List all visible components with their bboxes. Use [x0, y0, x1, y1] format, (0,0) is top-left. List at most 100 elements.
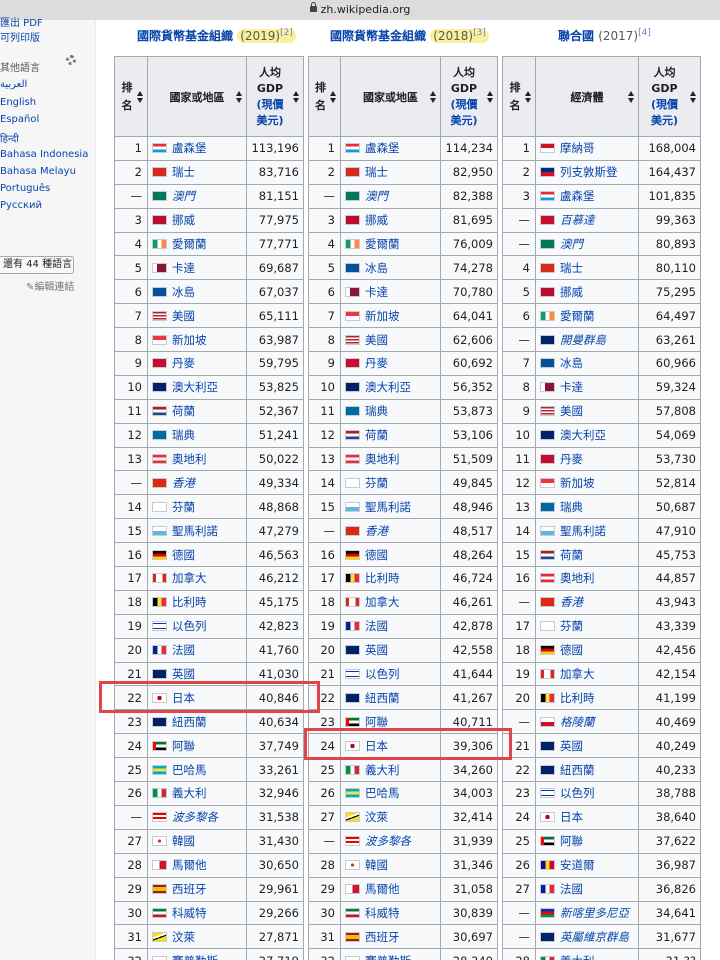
sidebar-lang-hi[interactable]: हिन्दी: [0, 131, 19, 145]
country-link[interactable]: 德國: [365, 548, 388, 562]
country-link[interactable]: 法國: [172, 643, 195, 657]
country-link[interactable]: 西班牙: [172, 882, 207, 896]
flag-icon[interactable]: [152, 549, 167, 560]
country-link[interactable]: 汶萊: [365, 810, 388, 824]
flag-icon[interactable]: [540, 477, 555, 488]
flag-icon[interactable]: [540, 549, 555, 560]
country-link[interactable]: 新加坡: [560, 476, 595, 490]
country-link[interactable]: 卡達: [172, 261, 195, 275]
sort-icon[interactable]: [628, 91, 635, 103]
header-link[interactable]: 美元): [256, 114, 283, 127]
country-link[interactable]: 挪威: [365, 213, 388, 227]
header-link[interactable]: (現價: [651, 98, 678, 111]
country-link[interactable]: 英國: [172, 667, 195, 681]
flag-icon[interactable]: [152, 597, 167, 608]
country-link[interactable]: 阿聯: [365, 715, 388, 729]
flag-icon[interactable]: [152, 191, 167, 202]
flag-icon[interactable]: [152, 334, 167, 345]
sort-icon[interactable]: [690, 91, 697, 103]
flag-icon[interactable]: [152, 716, 167, 727]
flag-icon[interactable]: [540, 645, 555, 656]
country-link[interactable]: 百慕達: [560, 213, 595, 227]
flag-icon[interactable]: [152, 860, 167, 871]
flag-icon[interactable]: [540, 143, 555, 154]
flag-icon[interactable]: [152, 382, 167, 393]
country-link[interactable]: 科威特: [365, 906, 400, 920]
country-link[interactable]: 以色列: [365, 667, 400, 681]
country-link[interactable]: 丹麥: [172, 356, 195, 370]
flag-icon[interactable]: [152, 143, 167, 154]
country-link[interactable]: 聖馬利諾: [365, 500, 411, 514]
country-link[interactable]: 波多黎各: [365, 834, 411, 848]
country-link[interactable]: 香港: [560, 595, 583, 609]
country-link[interactable]: 香港: [172, 476, 195, 490]
country-link[interactable]: 新喀里多尼亞: [560, 906, 629, 920]
country-link[interactable]: 馬爾他: [172, 858, 207, 872]
flag-icon[interactable]: [345, 621, 360, 632]
flag-icon[interactable]: [345, 143, 360, 154]
flag-icon[interactable]: [345, 167, 360, 178]
flag-icon[interactable]: [540, 764, 555, 775]
country-link[interactable]: 奧地利: [560, 571, 595, 585]
flag-icon[interactable]: [540, 239, 555, 249]
flag-icon[interactable]: [540, 812, 555, 823]
country-link[interactable]: 義大利: [365, 763, 400, 777]
column-header-gdp[interactable]: 人均 GDP (現價 美元): [246, 56, 304, 137]
country-link[interactable]: 美國: [172, 309, 195, 323]
country-link[interactable]: 盧森堡: [365, 141, 400, 155]
country-link[interactable]: 瑞典: [365, 404, 388, 418]
flag-icon[interactable]: [152, 884, 167, 895]
country-link[interactable]: 巴哈馬: [365, 786, 400, 800]
country-link[interactable]: 韓國: [365, 858, 388, 872]
address-bar[interactable]: zh.wikipedia.org: [0, 0, 720, 20]
country-link[interactable]: 荷蘭: [172, 404, 195, 418]
sort-icon[interactable]: [430, 91, 437, 103]
flag-icon[interactable]: [152, 740, 167, 751]
flag-icon[interactable]: [540, 788, 555, 799]
flag-icon[interactable]: [540, 382, 555, 393]
country-link[interactable]: 德國: [172, 548, 195, 562]
country-link[interactable]: 阿聯: [560, 834, 583, 848]
flag-icon[interactable]: [345, 884, 360, 895]
country-link[interactable]: 澳門: [560, 237, 583, 251]
country-link[interactable]: 澳門: [172, 189, 195, 203]
country-link[interactable]: 比利時: [365, 571, 400, 585]
flag-icon[interactable]: [345, 716, 360, 727]
column-header-rank[interactable]: 排名: [114, 56, 148, 137]
country-link[interactable]: 盧森堡: [172, 141, 207, 155]
country-link[interactable]: 瑞典: [560, 500, 583, 514]
sort-icon[interactable]: [525, 91, 532, 103]
country-link[interactable]: 加拿大: [365, 595, 400, 609]
country-link[interactable]: 芬蘭: [365, 476, 388, 490]
flag-icon[interactable]: [152, 430, 167, 441]
flag-icon[interactable]: [540, 573, 555, 584]
sidebar-link-pdf[interactable]: 匯出 PDF: [0, 14, 43, 29]
flag-icon[interactable]: [540, 525, 555, 536]
flag-icon[interactable]: [152, 525, 167, 536]
heading-source[interactable]: 國際貨幣基金組織: [330, 29, 426, 43]
country-link[interactable]: 美國: [560, 404, 583, 418]
country-link[interactable]: 冰島: [365, 261, 388, 275]
heading-ref[interactable]: [4]: [638, 28, 651, 38]
heading-ref[interactable]: [3]: [473, 28, 486, 38]
country-link[interactable]: 澳大利亞: [365, 380, 411, 394]
flag-icon[interactable]: [345, 955, 360, 960]
country-link[interactable]: 摩納哥: [560, 141, 595, 155]
country-link[interactable]: 義大利: [172, 786, 207, 800]
flag-icon[interactable]: [540, 907, 555, 918]
sidebar-lang-es[interactable]: Español: [0, 114, 39, 125]
flag-icon[interactable]: [345, 262, 360, 273]
column-header-country[interactable]: 國家或地區: [147, 56, 247, 137]
country-link[interactable]: 列支敦斯登: [560, 165, 618, 179]
flag-icon[interactable]: [540, 430, 555, 441]
flag-icon[interactable]: [345, 215, 360, 226]
flag-icon[interactable]: [540, 931, 555, 942]
flag-icon[interactable]: [540, 454, 555, 465]
flag-icon[interactable]: [540, 884, 555, 895]
country-link[interactable]: 馬爾他: [365, 882, 400, 896]
header-link[interactable]: 美元): [450, 114, 477, 127]
flag-icon[interactable]: [345, 812, 360, 823]
flag-icon[interactable]: [540, 860, 555, 871]
country-link[interactable]: 紐西蘭: [560, 763, 595, 777]
flag-icon[interactable]: [345, 406, 360, 417]
